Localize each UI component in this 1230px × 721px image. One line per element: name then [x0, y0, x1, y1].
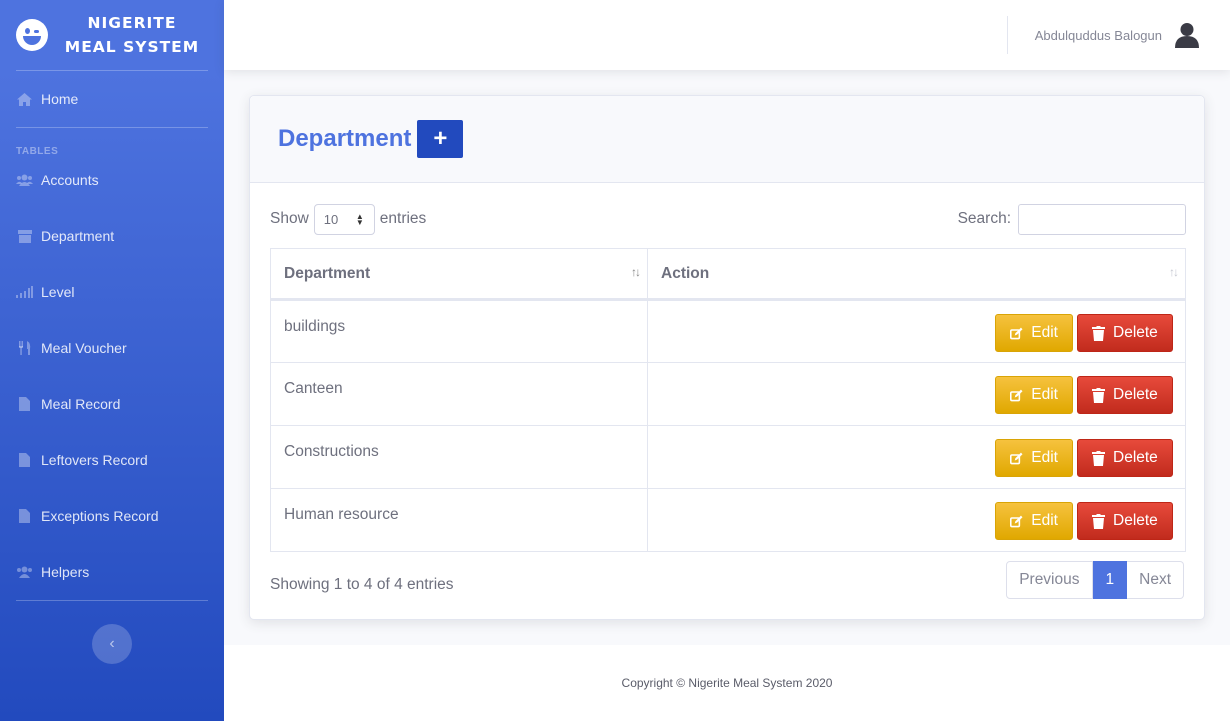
copyright-text: Copyright © Nigerite Meal System 2020	[621, 676, 833, 690]
table-search: Search:	[958, 203, 1186, 235]
user-icon[interactable]	[1174, 22, 1200, 48]
edit-icon	[1010, 515, 1023, 527]
edit-button[interactable]: Edit	[995, 439, 1073, 477]
table-row: Constructions Edit Delete	[270, 425, 1186, 489]
select-arrows-icon: ▲ ▼	[355, 211, 364, 227]
entries-value: 10	[323, 211, 339, 227]
file-icon	[16, 453, 33, 467]
department-cell: Canteen	[270, 362, 648, 426]
page-1-button[interactable]: 1	[1092, 561, 1128, 599]
action-cell: Edit Delete	[647, 362, 1186, 426]
trash-icon	[1092, 450, 1105, 466]
sidebar-item-helpers[interactable]: Helpers	[0, 544, 224, 600]
topbar-divider	[1007, 16, 1008, 54]
pagination: Previous 1 Next	[1006, 561, 1184, 599]
sidebar-item-label: Department	[41, 228, 115, 244]
edit-button[interactable]: Edit	[995, 502, 1073, 540]
sidebar-divider	[16, 600, 208, 601]
trash-icon	[1092, 325, 1105, 341]
table-row: Human resource Edit Delete	[270, 488, 1186, 552]
sort-icon: ↑↓	[1169, 265, 1179, 279]
add-department-button[interactable]: +	[417, 120, 464, 158]
edit-icon	[1010, 452, 1023, 464]
sidebar-item-level[interactable]: Level	[0, 264, 224, 320]
action-cell: Edit Delete	[647, 425, 1186, 489]
table-header-row: Department ↑↓ Action ↑↓	[270, 248, 1186, 301]
sidebar-item-meal-voucher[interactable]: Meal Voucher	[0, 320, 224, 376]
department-cell: Human resource	[270, 488, 648, 552]
delete-button[interactable]: Delete	[1077, 502, 1173, 540]
home-icon	[16, 92, 33, 106]
username[interactable]: Abdulquddus Balogun	[1035, 28, 1162, 43]
sidebar-item-accounts[interactable]: Accounts	[0, 152, 224, 208]
footer: Copyright © Nigerite Meal System 2020	[224, 645, 1230, 721]
archive-icon	[16, 229, 33, 243]
delete-button[interactable]: Delete	[1077, 376, 1173, 414]
entries-select[interactable]: 10 ▲ ▼	[313, 203, 375, 235]
search-label: Search:	[957, 210, 1011, 227]
sidebar-item-label: Home	[41, 91, 79, 107]
search-input[interactable]	[1018, 203, 1186, 235]
utensils-icon	[16, 341, 33, 355]
edit-icon	[1010, 389, 1023, 401]
laugh-wink-icon	[16, 19, 48, 51]
sidebar-item-leftovers-record[interactable]: Leftovers Record	[0, 432, 224, 488]
sidebar-item-label: Accounts	[41, 172, 99, 188]
sidebar-item-label: Meal Record	[41, 396, 121, 412]
sidebar-item-home[interactable]: Home	[0, 71, 224, 127]
table-row: buildings Edit Delete	[270, 299, 1186, 363]
delete-button[interactable]: Delete	[1077, 314, 1173, 352]
entries-length: Show 10 ▲ ▼ entries	[270, 203, 426, 235]
action-cell: Edit Delete	[647, 488, 1186, 552]
topbar: Abdulquddus Balogun	[224, 0, 1230, 70]
plus-icon: +	[433, 125, 448, 152]
sidebar-item-label: Leftovers Record	[41, 452, 148, 468]
users-icon	[16, 565, 33, 579]
brand-text: NIGERITE MEAL SYSTEM	[64, 14, 200, 56]
sidebar-item-label: Level	[41, 284, 75, 300]
sidebar-item-label: Exceptions Record	[41, 508, 159, 524]
sidebar-item-label: Meal Voucher	[41, 340, 127, 356]
entries-label: entries	[379, 210, 427, 227]
department-cell: buildings	[270, 299, 648, 363]
sidebar-toggle-button[interactable]: ‹	[92, 624, 132, 664]
chevron-left-icon: ‹	[109, 635, 115, 652]
sidebar-item-label: Helpers	[41, 564, 90, 580]
page-title: Department	[278, 125, 412, 152]
sort-icon: ↑↓	[631, 265, 641, 279]
table-info: Showing 1 to 4 of 4 entries	[270, 576, 454, 593]
signal-icon	[16, 285, 33, 299]
previous-page-button[interactable]: Previous	[1006, 561, 1093, 599]
file-icon	[16, 509, 33, 523]
trash-icon	[1092, 513, 1105, 529]
file-icon	[16, 397, 33, 411]
department-card: Department + Show 10 ▲ ▼ entries Search: …	[249, 95, 1205, 620]
edit-button[interactable]: Edit	[995, 314, 1073, 352]
card-header: Department +	[250, 96, 1204, 183]
sidebar-item-department[interactable]: Department	[0, 208, 224, 264]
next-page-button[interactable]: Next	[1127, 561, 1184, 599]
edit-button[interactable]: Edit	[995, 376, 1073, 414]
sidebar: NIGERITE MEAL SYSTEM Home TABLES Account…	[0, 0, 224, 721]
action-cell: Edit Delete	[647, 299, 1186, 363]
edit-icon	[1010, 327, 1023, 339]
column-header-action[interactable]: Action ↑↓	[647, 248, 1186, 301]
table-row: Canteen Edit Delete	[270, 362, 1186, 426]
brand[interactable]: NIGERITE MEAL SYSTEM	[0, 0, 224, 70]
sidebar-item-meal-record[interactable]: Meal Record	[0, 376, 224, 432]
sidebar-item-exceptions-record[interactable]: Exceptions Record	[0, 488, 224, 544]
column-header-department[interactable]: Department ↑↓	[270, 248, 648, 301]
delete-button[interactable]: Delete	[1077, 439, 1173, 477]
users-icon	[16, 173, 33, 187]
department-cell: Constructions	[270, 425, 648, 489]
trash-icon	[1092, 387, 1105, 403]
department-table: Department ↑↓ Action ↑↓ buildings Edit D…	[270, 248, 1186, 552]
table-controls: Show 10 ▲ ▼ entries Search:	[270, 203, 1186, 235]
show-label: Show	[270, 210, 309, 227]
